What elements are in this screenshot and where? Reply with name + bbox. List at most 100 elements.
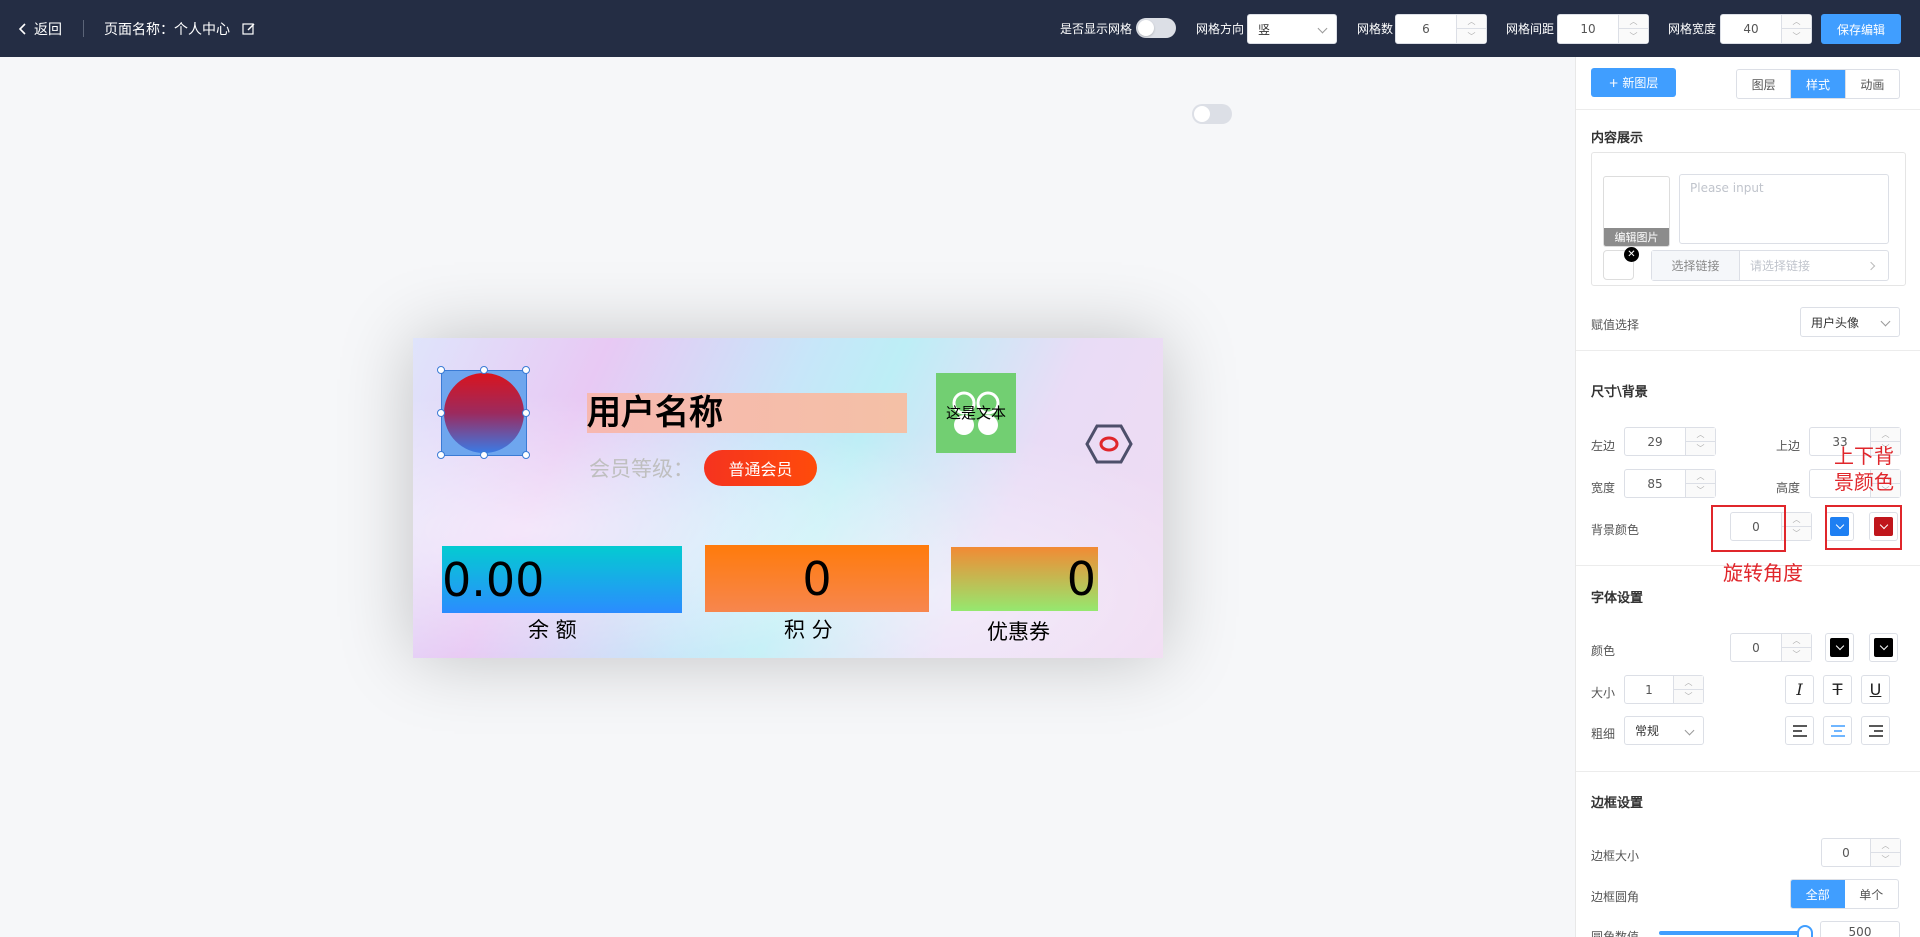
increase-icon[interactable]: ︿: [1674, 676, 1703, 690]
resize-handle[interactable]: [437, 409, 445, 417]
chevron-down-icon: [1880, 316, 1891, 327]
avatar-selection[interactable]: [437, 366, 530, 459]
increase-icon[interactable]: ︿: [1686, 428, 1715, 442]
grid-count-label: 网格数: [1357, 22, 1394, 36]
select-link-button[interactable]: 选择链接: [1652, 251, 1740, 280]
tab-animation[interactable]: 动画: [1846, 70, 1899, 98]
show-grid-toggle[interactable]: [1136, 18, 1176, 38]
font-color-rotation-stepper[interactable]: 0 ︿ ﹀: [1730, 633, 1812, 662]
resize-handle[interactable]: [480, 451, 488, 459]
radius-all-option[interactable]: 全部: [1791, 880, 1845, 908]
increase-icon[interactable]: ︿: [1871, 428, 1900, 442]
resize-handle[interactable]: [480, 366, 488, 374]
edit-image-label[interactable]: 编辑图片: [1604, 228, 1669, 246]
avatar[interactable]: [444, 373, 524, 453]
grid-gap-label: 网格间距: [1506, 22, 1555, 36]
resize-handle[interactable]: [522, 451, 530, 459]
font-color-picker-2[interactable]: [1869, 633, 1898, 662]
username-text[interactable]: 用户名称: [587, 393, 907, 433]
balance-value-box[interactable]: 0.00: [442, 546, 682, 613]
strikethrough-icon[interactable]: T: [1823, 675, 1852, 704]
divider: [83, 20, 84, 37]
save-button[interactable]: 保存编辑: [1821, 14, 1901, 44]
radius-value: 500: [1848, 925, 1872, 937]
radius-value-input[interactable]: 500: [1820, 921, 1900, 937]
font-color-rotation-value: 0: [1752, 640, 1760, 655]
resize-handle[interactable]: [522, 409, 530, 417]
decrease-icon[interactable]: ﹀: [1674, 690, 1703, 704]
width-value: 85: [1647, 476, 1663, 491]
edit-icon[interactable]: [242, 22, 256, 36]
coupon-value-box[interactable]: 0: [951, 547, 1098, 611]
italic-icon[interactable]: I: [1785, 675, 1814, 704]
image-picker[interactable]: 编辑图片: [1603, 176, 1670, 247]
grid-width-value: 40: [1743, 22, 1759, 36]
decrease-icon[interactable]: ﹀: [1619, 29, 1648, 43]
font-color-picker-1[interactable]: [1825, 633, 1854, 662]
grid-direction-select[interactable]: 竖: [1247, 14, 1337, 44]
annotation-box-rotation: [1711, 505, 1786, 552]
left-label: 左边: [1591, 439, 1616, 453]
increase-icon[interactable]: ︿: [1871, 839, 1900, 853]
radius-slider-handle[interactable]: [1797, 925, 1813, 937]
decrease-icon[interactable]: ﹀: [1782, 527, 1811, 541]
link-selector[interactable]: 选择链接 请选择链接: [1651, 250, 1889, 281]
border-size-stepper[interactable]: 0 ︿ ﹀: [1821, 838, 1901, 867]
tab-layers[interactable]: 图层: [1737, 70, 1792, 98]
points-value-box[interactable]: 0: [705, 545, 929, 612]
increase-icon[interactable]: ︿: [1619, 15, 1648, 29]
radius-single-option[interactable]: 单个: [1845, 880, 1899, 908]
increase-icon[interactable]: ︿: [1686, 470, 1715, 484]
tab-style[interactable]: 样式: [1791, 70, 1846, 98]
increase-icon[interactable]: ︿: [1782, 634, 1811, 648]
align-center-icon[interactable]: [1823, 716, 1852, 745]
new-layer-button[interactable]: + 新图层: [1591, 68, 1676, 97]
grid-gap-stepper[interactable]: 10 ︿ ﹀: [1557, 14, 1649, 44]
member-level-label[interactable]: 会员等级：: [589, 453, 694, 483]
grid-width-stepper[interactable]: 40 ︿ ﹀: [1720, 14, 1812, 44]
resize-handle[interactable]: [437, 366, 445, 374]
member-level-badge[interactable]: 普通会员: [704, 450, 817, 486]
coupon-value: 0: [1066, 552, 1096, 606]
link-input: 请选择链接: [1740, 251, 1888, 280]
profile-card: 用户名称 会员等级： 普通会员 这是文本 0.00 0 0 余 额 积 分 优惠…: [413, 338, 1163, 658]
points-label[interactable]: 积 分: [784, 614, 833, 644]
font-size-stepper[interactable]: 1 ︿ ﹀: [1624, 675, 1704, 704]
increase-icon[interactable]: ︿: [1782, 15, 1811, 29]
hexagon-icon[interactable]: [1085, 424, 1133, 464]
decrease-icon[interactable]: ﹀: [1686, 442, 1715, 456]
increase-icon[interactable]: ︿: [1457, 15, 1486, 29]
radius-slider[interactable]: [1659, 931, 1806, 935]
chevron-left-icon: [18, 23, 26, 35]
font-weight-select[interactable]: 常规: [1624, 716, 1704, 745]
border-radius-label: 边框圆角: [1591, 890, 1640, 904]
assign-select[interactable]: 用户头像: [1800, 307, 1900, 337]
width-label: 宽度: [1591, 481, 1616, 495]
decrease-icon[interactable]: ﹀: [1782, 648, 1811, 662]
decrease-icon[interactable]: ﹀: [1457, 29, 1486, 43]
align-right-icon[interactable]: [1861, 716, 1890, 745]
decrease-icon[interactable]: ﹀: [1686, 484, 1715, 498]
decrease-icon[interactable]: ﹀: [1782, 29, 1811, 43]
resize-handle[interactable]: [522, 366, 530, 374]
text-block[interactable]: 这是文本: [936, 373, 1016, 453]
increase-icon[interactable]: ︿: [1782, 513, 1811, 527]
balance-label[interactable]: 余 额: [528, 614, 577, 644]
close-icon[interactable]: ✕: [1624, 247, 1639, 262]
grid-width-label: 网格宽度: [1668, 22, 1717, 36]
coupon-label[interactable]: 优惠券: [987, 616, 1050, 646]
points-value: 0: [802, 551, 832, 606]
canvas-toggle[interactable]: [1192, 104, 1232, 124]
underline-icon[interactable]: U: [1861, 675, 1890, 704]
width-stepper[interactable]: 85 ︿ ﹀: [1624, 469, 1716, 498]
left-stepper[interactable]: 29 ︿ ﹀: [1624, 427, 1716, 456]
align-left-icon[interactable]: [1785, 716, 1814, 745]
back-button[interactable]: 返回: [18, 19, 62, 39]
resize-handle[interactable]: [437, 451, 445, 459]
grid-count-stepper[interactable]: 6 ︿ ﹀: [1395, 14, 1487, 44]
border-section-title: 边框设置: [1591, 796, 1644, 811]
content-textarea[interactable]: Please input: [1679, 174, 1889, 244]
back-label: 返回: [34, 22, 62, 38]
decrease-icon[interactable]: ﹀: [1871, 853, 1900, 867]
grid-direction-value: 竖: [1258, 22, 1271, 37]
